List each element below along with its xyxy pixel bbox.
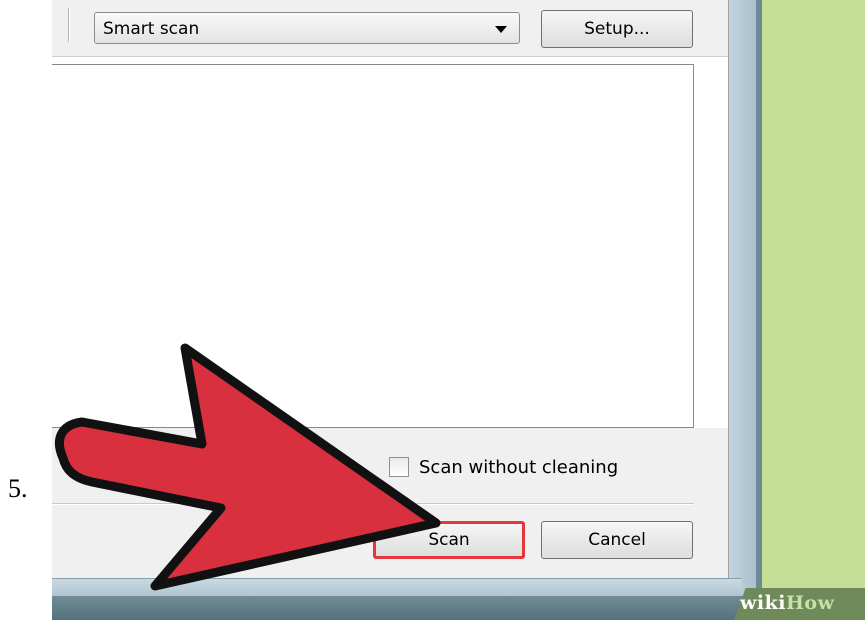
screenshot-frame: Smart scan Setup... Scan without cleanin…: [52, 0, 865, 620]
logo-how: How: [785, 592, 835, 614]
pointer-arrow-icon: [55, 343, 441, 591]
logo-wiki: wiki: [740, 592, 786, 614]
step-number: 5.: [8, 474, 28, 503]
wikihow-logo: wikiHow: [740, 592, 834, 614]
